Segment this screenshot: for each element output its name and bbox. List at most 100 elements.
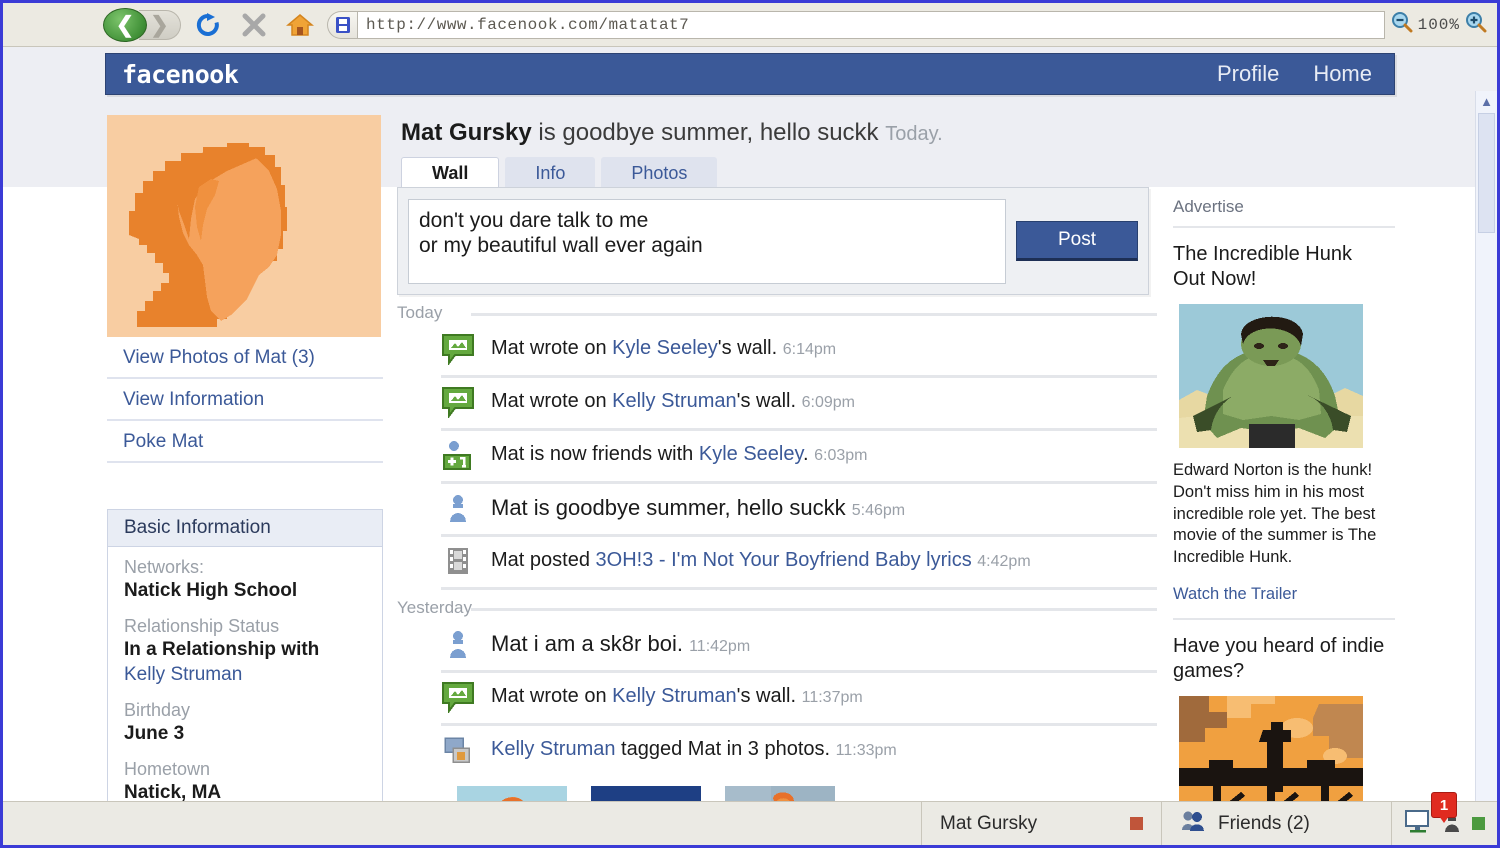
chat-status-square-icon (1130, 817, 1143, 830)
feed-link[interactable]: Kyle Seeley (612, 337, 718, 359)
taskbar-friends-button[interactable]: Friends (2) (1162, 802, 1392, 845)
browser-window: ❮ ❯ (0, 0, 1500, 848)
feed-time: 11:42pm (689, 638, 750, 655)
sidebar-links: View Photos of Mat (3) View Information … (107, 337, 383, 463)
ad-cta-link[interactable]: Watch the Trailer (1173, 585, 1395, 620)
site-logo[interactable]: facenook (122, 60, 238, 89)
ad-slot[interactable]: The Incredible Hunk Out Now! (1173, 228, 1395, 620)
composer-input[interactable]: don't you dare talk to me or my beautifu… (408, 199, 1006, 284)
field-birthday: Birthday June 3 (108, 690, 382, 749)
zoom-in-magnifier-icon[interactable] (1465, 11, 1487, 38)
page-content: facenook Profile Home Mat Gursky is good… (3, 47, 1497, 801)
profile-name[interactable]: Mat Gursky (401, 119, 532, 146)
nav-home[interactable]: Home (1313, 61, 1372, 87)
avatar[interactable] (107, 115, 381, 337)
taskbar-chat-user[interactable]: Mat Gursky (922, 802, 1162, 845)
feed-time: 6:03pm (814, 447, 867, 464)
indie-game-ad-image[interactable] (1179, 696, 1363, 814)
feed-day-yesterday: Yesterday (397, 598, 1157, 620)
zoom-out-magnifier-icon[interactable] (1391, 11, 1413, 38)
stop-button[interactable] (235, 6, 273, 44)
tab-photos[interactable]: Photos (601, 157, 717, 189)
monitor-icon[interactable] (1404, 808, 1432, 839)
page-scrollbar[interactable]: ▲ (1475, 91, 1497, 845)
field-relationship-value: In a Relationship with (124, 638, 382, 663)
feed-time: 5:46pm (852, 502, 905, 519)
wall-post-icon (441, 386, 475, 418)
nav-profile[interactable]: Profile (1217, 61, 1279, 87)
feed-text-pre: Mat wrote on (491, 390, 612, 412)
tray-status-square-icon (1472, 817, 1485, 830)
stop-x-icon (241, 12, 267, 38)
taskbar-empty-area (3, 802, 922, 845)
sidebar-item-view-photos[interactable]: View Photos of Mat (3) (107, 337, 383, 379)
zoom-level-label: 100% (1418, 16, 1460, 34)
field-relationship-partner[interactable]: Kelly Struman (124, 663, 382, 688)
tab-wall[interactable]: Wall (401, 157, 499, 189)
back-chevron-icon: ❮ (116, 14, 134, 36)
feed-item[interactable]: Mat wrote on Kelly Struman's wall. 11:37… (441, 673, 1157, 726)
left-sidebar: View Photos of Mat (3) View Information … (107, 115, 383, 836)
feed-text-pre: Mat wrote on (491, 685, 612, 707)
reload-button[interactable] (189, 6, 227, 44)
feed-item[interactable]: Kelly Struman tagged Mat in 3 photos. 11… (441, 726, 1157, 776)
field-hometown-label: Hometown (124, 757, 382, 781)
profile-status-line: Mat Gursky is goodbye summer, hello suck… (401, 119, 943, 147)
feed-text-pre: Mat i am a sk8r boi. (491, 631, 683, 656)
reload-icon (195, 12, 221, 38)
advertise-sidebar: Advertise The Incredible Hunk Out Now! (1173, 197, 1395, 826)
home-button[interactable] (281, 6, 319, 44)
status-person-icon (441, 492, 475, 524)
feed-text-post: 's wall. (737, 685, 796, 707)
feed-link[interactable]: Kelly Struman (612, 390, 737, 412)
ad-slot[interactable]: Have you heard of indie games? (1173, 620, 1395, 814)
tab-info[interactable]: Info (505, 157, 595, 189)
wall-column: don't you dare talk to me or my beautifu… (397, 187, 1157, 845)
feed-item[interactable]: Mat is now friends with Kyle Seeley. 6:0… (441, 431, 1157, 484)
hulk-ad-image[interactable] (1179, 304, 1363, 448)
basic-information-header: Basic Information (108, 510, 382, 547)
post-button[interactable]: Post (1016, 221, 1138, 261)
feed-link[interactable]: Kyle Seeley (699, 443, 803, 465)
notification-badge[interactable]: 1 (1431, 792, 1457, 818)
field-networks: Networks: Natick High School (108, 547, 382, 606)
photo-tag-icon (441, 734, 475, 766)
feed-item[interactable]: Mat i am a sk8r boi. 11:42pm (441, 620, 1157, 673)
feed-day-today: Today (397, 303, 1157, 325)
feed-item[interactable]: Mat wrote on Kyle Seeley's wall. 6:14pm (441, 325, 1157, 378)
back-button[interactable]: ❮ (103, 8, 147, 42)
feed-time: 4:42pm (977, 553, 1030, 570)
field-relationship: Relationship Status In a Relationship wi… (108, 606, 382, 690)
profile-tabs: Wall Info Photos (401, 157, 717, 189)
feed-link[interactable]: Kelly Struman (491, 738, 616, 760)
feed-item[interactable]: Mat is goodbye summer, hello suckk 5:46p… (441, 484, 1157, 537)
sidebar-item-view-information[interactable]: View Information (107, 379, 383, 421)
feed-text-pre: Mat is goodbye summer, hello suckk (491, 495, 846, 520)
feed-item[interactable]: Mat posted 3OH!3 - I'm Not Your Boyfrien… (441, 537, 1157, 590)
taskbar: Mat Gursky Friends (2) 1 (3, 801, 1497, 845)
favicon-box (327, 11, 357, 39)
taskbar-chat-name: Mat Gursky (940, 813, 1037, 835)
feed-time: 11:33pm (836, 742, 897, 759)
forward-chevron-icon: ❯ (150, 14, 168, 36)
feed-link[interactable]: 3OH!3 - I'm Not Your Boyfriend Baby lyri… (596, 549, 972, 571)
wall-post-icon (441, 681, 475, 713)
ad-title: Have you heard of indie games? (1173, 634, 1395, 684)
taskbar-friends-label: Friends (2) (1218, 813, 1310, 835)
field-birthday-value: June 3 (124, 722, 382, 747)
sidebar-item-poke[interactable]: Poke Mat (107, 421, 383, 463)
scroll-up-arrow-icon[interactable]: ▲ (1476, 91, 1497, 111)
film-strip-icon (441, 545, 475, 577)
field-hometown: Hometown Natick, MA (108, 749, 382, 808)
feed-link[interactable]: Kelly Struman (612, 685, 737, 707)
page-favicon-icon (335, 16, 351, 34)
scrollbar-thumb[interactable] (1478, 113, 1495, 233)
home-icon (286, 12, 314, 38)
feed-day-label: Yesterday (397, 598, 472, 618)
feed-text-pre: Mat wrote on (491, 337, 612, 359)
feed-item[interactable]: Mat wrote on Kelly Struman's wall. 6:09p… (441, 378, 1157, 431)
advertise-label: Advertise (1173, 197, 1395, 228)
url-input[interactable]: http://www.facenook.com/matatat7 (357, 11, 1385, 39)
friends-people-icon (1180, 810, 1206, 838)
field-birthday-label: Birthday (124, 698, 382, 722)
